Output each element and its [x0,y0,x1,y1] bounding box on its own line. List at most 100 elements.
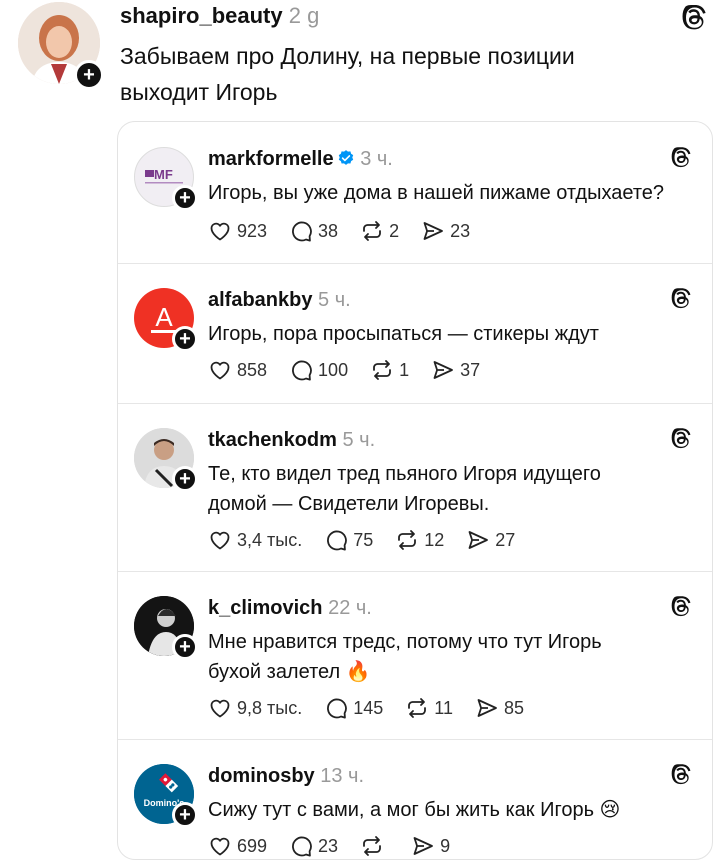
threads-logo-icon[interactable] [668,761,694,787]
heart-icon [208,696,232,720]
repost-count: 12 [424,529,445,550]
share-icon [475,696,499,720]
comment-icon [289,219,313,243]
comment-icon [289,834,313,858]
comment-button[interactable]: 100 [289,358,348,382]
reply-avatar-wrap[interactable]: + [134,428,198,492]
like-button[interactable]: 858 [208,358,267,382]
heart-icon [208,528,232,552]
repost-count: 1 [399,359,410,380]
threads-logo-icon[interactable] [668,285,694,311]
like-button[interactable]: 9,8 тыс. [208,696,302,720]
comment-count: 38 [318,220,339,241]
share-button[interactable]: 23 [421,219,470,243]
avatar-label: MF [154,167,173,182]
threads-logo-icon[interactable] [668,144,694,170]
follow-plus-icon[interactable]: + [172,185,198,211]
reply-item[interactable]: + tkachenkodm 5 ч. Те, кто видел тред пь… [118,403,712,572]
reply-stats: 699 23 9 [208,834,472,858]
heart-icon [208,358,232,382]
share-count: 9 [440,835,451,856]
reply-avatar-wrap[interactable]: MF + [134,147,198,211]
comment-icon [289,358,313,382]
repost-count: 11 [434,697,453,718]
share-button[interactable]: 27 [466,528,515,552]
heart-icon [208,219,232,243]
reply-stats: 858 100 1 37 [208,358,502,382]
like-button[interactable]: 3,4 тыс. [208,528,302,552]
reply-header: tkachenkodm 5 ч. [208,429,375,452]
comment-button[interactable]: 38 [289,219,338,243]
share-count: 85 [503,697,524,718]
post-header: shapiro_beauty 2 g [120,3,319,29]
follow-plus-icon[interactable]: + [172,466,198,492]
share-count: 37 [460,359,481,380]
reply-stats: 9,8 тыс. 145 11 85 [208,696,546,720]
reply-username[interactable]: k_climovich [208,597,323,619]
reply-item[interactable]: A + alfabankby 5 ч. Игорь, пора просыпат… [118,263,712,404]
comment-button[interactable]: 145 [324,696,383,720]
repost-button[interactable]: 2 [360,219,399,243]
reply-avatar-wrap[interactable]: Domino's + [134,764,198,828]
like-button[interactable]: 699 [208,834,267,858]
post-text: Забываем про Долину, на первые позиции в… [120,38,575,110]
post-author-avatar-wrap[interactable]: + [18,2,104,90]
reply-time: 5 ч. [318,289,351,311]
reply-username[interactable]: markformelle [208,148,334,170]
repost-button[interactable]: 12 [395,528,444,552]
repost-icon [395,528,419,552]
reply-text: Те, кто видел тред пьяного Игоря идущего… [208,459,698,519]
replies-card: MF + markformelle 3 ч. Игорь, вы уже дом… [117,121,713,860]
reply-text-line: Мне нравится тредс, потому что тут Игорь [208,631,602,653]
follow-plus-icon[interactable]: + [74,60,104,90]
repost-count: 2 [389,220,400,241]
reply-username[interactable]: alfabankby [208,289,312,311]
share-button[interactable]: 9 [411,834,450,858]
share-button[interactable]: 37 [431,358,480,382]
threads-logo-icon[interactable] [668,593,694,619]
threads-logo-icon[interactable] [678,1,710,33]
reply-header: markformelle 3 ч. [208,148,393,171]
post-text-line: Забываем про Долину, на первые позиции [120,43,575,69]
like-count: 699 [237,835,268,856]
comment-count: 145 [353,697,384,718]
main-post: + shapiro_beauty 2 g Забываем про Долину… [0,0,728,120]
follow-plus-icon[interactable]: + [172,802,198,828]
reply-header: alfabankby 5 ч. [208,289,351,312]
repost-icon [360,219,384,243]
share-button[interactable]: 85 [475,696,524,720]
reply-header: dominosby 13 ч. [208,765,364,788]
reply-time: 22 ч. [328,597,372,619]
comment-button[interactable]: 75 [324,528,373,552]
repost-icon [370,358,394,382]
follow-plus-icon[interactable]: + [172,326,198,352]
reply-text-line: бухой залетел 🔥 [208,661,371,683]
post-time: 2 g [288,3,320,28]
reply-username[interactable]: dominosby [208,765,315,787]
heart-icon [208,834,232,858]
reply-stats: 923 38 2 23 [208,219,492,243]
reply-time: 5 ч. [342,429,376,451]
share-icon [411,834,435,858]
reply-text: Сижу тут с вами, а мог бы жить как Игорь… [208,799,621,821]
share-icon [431,358,455,382]
like-button[interactable]: 923 [208,219,267,243]
reply-item[interactable]: + k_climovich 22 ч. Мне нравится тредс, … [118,571,712,740]
reply-text-line: Те, кто видел тред пьяного Игоря идущего [208,463,601,485]
reply-username[interactable]: tkachenkodm [208,429,337,451]
repost-icon [360,834,384,858]
follow-plus-icon[interactable]: + [172,634,198,660]
reply-item[interactable]: Domino's + dominosby 13 ч. Сижу тут с ва… [118,739,712,860]
post-username[interactable]: shapiro_beauty [120,3,283,28]
threads-logo-icon[interactable] [668,425,694,451]
repost-button[interactable]: 1 [370,358,409,382]
like-count: 923 [237,220,268,241]
reply-avatar-wrap[interactable]: + [134,596,198,660]
repost-button[interactable] [360,834,389,858]
reply-text: Игорь, вы уже дома в нашей пижаме отдыха… [208,182,665,204]
post-text-line: выходит Игорь [120,79,278,105]
repost-button[interactable]: 11 [405,696,453,720]
reply-avatar-wrap[interactable]: A + [134,288,198,352]
comment-button[interactable]: 23 [289,834,338,858]
reply-item[interactable]: MF + markformelle 3 ч. Игорь, вы уже дом… [118,122,712,264]
